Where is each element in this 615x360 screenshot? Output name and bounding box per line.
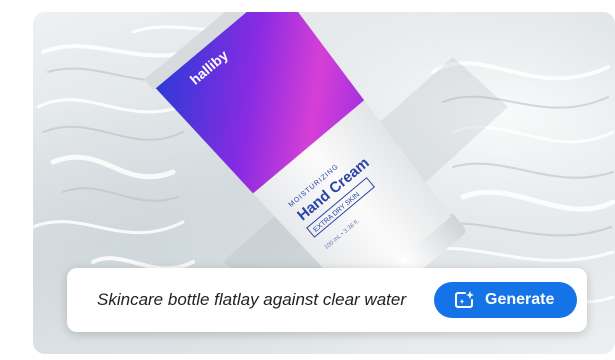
- prompt-text[interactable]: Skincare bottle flatlay against clear wa…: [97, 268, 406, 332]
- generate-button-label: Generate: [485, 291, 555, 308]
- generate-button[interactable]: Generate: [434, 282, 577, 318]
- generated-image-preview: halliby MOISTURIZING Hand Cream EXTRA DR…: [33, 12, 615, 354]
- sparkle-frame-icon: [455, 291, 474, 308]
- prompt-bar: Skincare bottle flatlay against clear wa…: [67, 268, 587, 332]
